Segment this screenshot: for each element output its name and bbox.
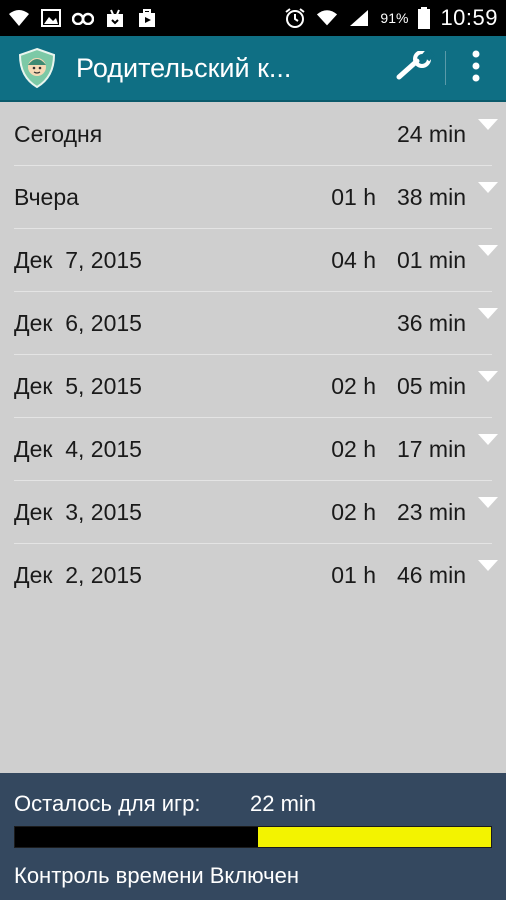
item-date: Дек 5, 2015 <box>14 372 142 399</box>
item-minutes: 05 min <box>396 372 466 399</box>
signal-icon <box>348 7 370 29</box>
item-date: Сегодня <box>14 120 103 147</box>
item-minutes: 17 min <box>396 435 466 462</box>
item-minutes: 24 min <box>396 120 466 147</box>
list-item[interactable]: Дек 2, 2015 01 h 46 min <box>14 544 498 607</box>
status-bar: 91% 10:59 <box>0 0 506 36</box>
dropdown-arrow-icon[interactable] <box>478 119 498 131</box>
binoculars-icon <box>72 7 94 29</box>
settings-button[interactable] <box>385 35 445 101</box>
dropdown-arrow-icon[interactable] <box>478 182 498 194</box>
overflow-menu-button[interactable] <box>446 35 506 101</box>
dropdown-arrow-icon[interactable] <box>478 497 498 509</box>
status-bar-left <box>8 7 158 29</box>
play-store-icon <box>136 7 158 29</box>
image-icon <box>40 7 62 29</box>
item-hours: 01 h <box>331 183 376 210</box>
dropdown-arrow-icon[interactable] <box>478 308 498 320</box>
item-date: Дек 7, 2015 <box>14 246 142 273</box>
action-bar: Родительский к... <box>0 36 506 102</box>
download-icon <box>104 7 126 29</box>
item-minutes: 46 min <box>396 562 466 588</box>
list-item[interactable]: Дек 4, 2015 02 h 17 min <box>14 418 498 481</box>
wifi-icon <box>8 7 30 29</box>
item-date: Дек 6, 2015 <box>14 309 142 336</box>
list-item[interactable]: Дек 5, 2015 02 h 05 min <box>14 355 498 418</box>
list-item[interactable]: Дек 7, 2015 04 h 01 min <box>14 229 498 292</box>
list-item[interactable]: Дек 3, 2015 02 h 23 min <box>14 481 498 544</box>
item-minutes: 23 min <box>396 498 466 525</box>
item-date: Дек 4, 2015 <box>14 435 142 462</box>
parental-shield-icon[interactable] <box>16 47 58 89</box>
wrench-icon <box>395 48 435 86</box>
battery-percent: 91% <box>380 10 409 26</box>
item-hours: 04 h <box>331 246 376 273</box>
dropdown-arrow-icon[interactable] <box>478 434 498 446</box>
wifi-signal-icon <box>316 7 338 29</box>
overflow-menu-icon <box>472 50 480 87</box>
app-title: Родительский к... <box>76 52 292 83</box>
item-minutes: 36 min <box>396 309 466 336</box>
battery-icon <box>418 7 431 29</box>
list-item[interactable]: Сегодня 24 min <box>14 103 498 166</box>
clock: 10:59 <box>440 5 498 30</box>
item-date: Дек 2, 2015 <box>14 562 142 588</box>
time-control-footer: Осталось для игр: 22 min Контроль времен… <box>0 773 506 900</box>
item-date: Вчера <box>14 183 79 210</box>
usage-list: Сегодня 24 min Вчера 01 h 38 min Дек 7, … <box>0 103 506 607</box>
item-hours: 01 h <box>331 562 376 588</box>
status-bar-right: 91% 10:59 <box>284 5 498 31</box>
dropdown-arrow-icon[interactable] <box>478 371 498 383</box>
dropdown-arrow-icon[interactable] <box>478 245 498 257</box>
item-hours: 02 h <box>331 498 376 525</box>
item-minutes: 38 min <box>396 183 466 210</box>
progress-fill <box>257 827 491 847</box>
list-item[interactable]: Вчера 01 h 38 min <box>14 166 498 229</box>
item-hours: 02 h <box>331 435 376 462</box>
remaining-label: Осталось для игр: <box>14 791 201 816</box>
control-status: Контроль времени Включен <box>14 863 299 888</box>
dropdown-arrow-icon[interactable] <box>478 560 498 572</box>
item-minutes: 01 min <box>396 246 466 273</box>
item-hours: 02 h <box>331 372 376 399</box>
item-date: Дек 3, 2015 <box>14 498 142 525</box>
alarm-icon <box>284 7 306 29</box>
list-item[interactable]: Дек 6, 2015 36 min <box>14 292 498 355</box>
remaining-progress-bar <box>14 826 492 848</box>
remaining-value: 22 min <box>250 791 317 816</box>
